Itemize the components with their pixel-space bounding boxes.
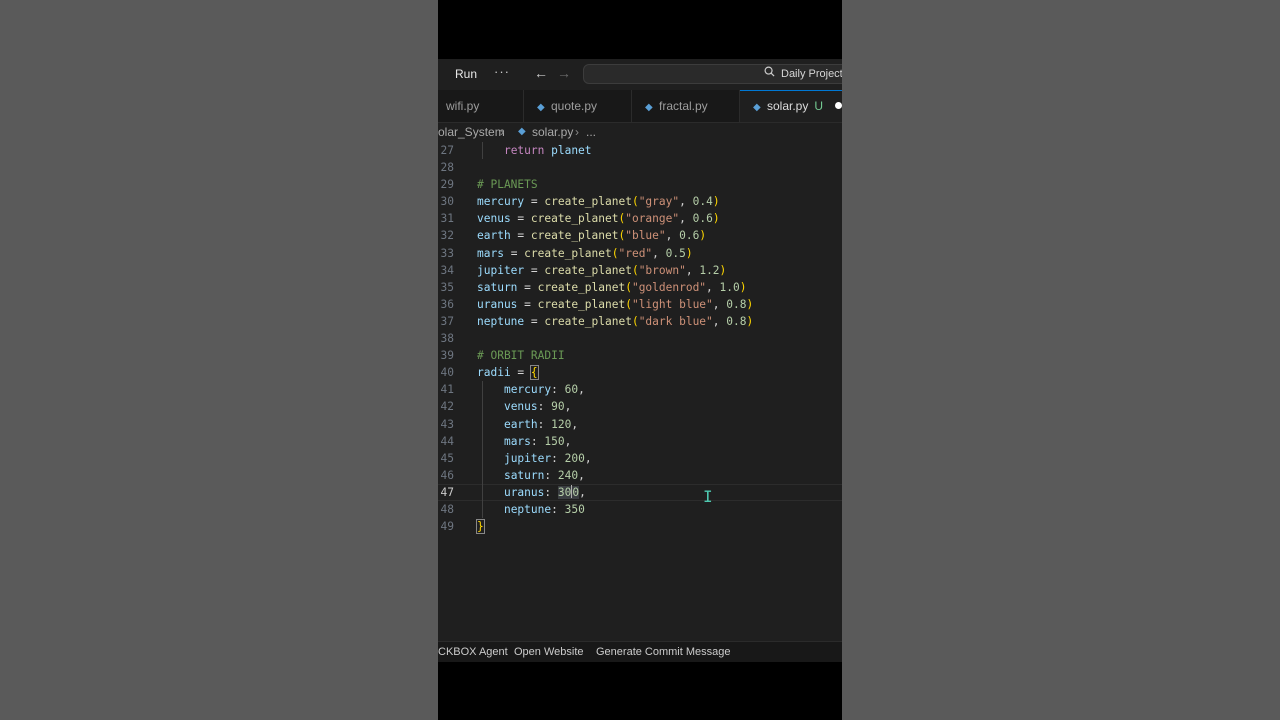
code-line: 45 jupiter: 200,: [438, 449, 842, 467]
title-bar: › Run ··· ← → Daily Project: [438, 59, 842, 89]
chevron-right-icon: ›: [575, 125, 579, 139]
tab-quote[interactable]: ◆ quote.py: [524, 90, 632, 122]
line-number: 49: [440, 520, 454, 534]
code-line: 37 neptune = create_planet("dark blue", 0…: [438, 313, 842, 330]
chevron-right-icon: ›: [500, 125, 504, 139]
comment: # ORBIT RADII: [477, 349, 565, 363]
code-editor-window: › Run ··· ← → Daily Project wifi.py ◆ quo…: [438, 59, 842, 662]
line-number: 38: [440, 332, 454, 346]
code-line: 42 venus: 90,: [438, 398, 842, 416]
code-line: 38: [438, 330, 842, 347]
code-line: 40 radii = {: [438, 364, 842, 381]
code-line: 44 mars: 150,: [438, 432, 842, 450]
line-number: 44: [440, 434, 454, 448]
line-number: 45: [440, 451, 454, 465]
line-number: 31: [440, 212, 454, 226]
code-line: 46 saturn: 240,: [438, 466, 842, 484]
breadcrumb-more[interactable]: ...: [586, 125, 596, 139]
search-icon: [764, 66, 775, 80]
line-number: 35: [440, 280, 454, 294]
mouse-ibeam-icon: I: [703, 487, 713, 506]
tab-solar[interactable]: ◆ solar.py U: [740, 90, 842, 122]
code-line: 29 # PLANETS: [438, 176, 842, 193]
line-number: 27: [440, 144, 454, 157]
python-file-icon: ◆: [753, 102, 761, 113]
run-menu[interactable]: Run: [455, 67, 477, 81]
tab-label: quote.py: [551, 99, 598, 113]
video-background-left: [0, 0, 438, 720]
python-file-icon: ◆: [537, 102, 545, 113]
code-line: 34 jupiter = create_planet("brown", 1.2): [438, 262, 842, 279]
tab-label: fractal.py: [659, 99, 708, 113]
line-number: 48: [440, 502, 454, 516]
python-file-icon: ◆: [518, 126, 526, 137]
tab-fractal[interactable]: ◆ fractal.py: [632, 90, 740, 122]
code-line: 48 neptune: 350: [438, 500, 842, 519]
line-number: 37: [440, 314, 454, 328]
command-center-search[interactable]: Daily Project: [583, 64, 842, 84]
code-line: 49}: [438, 518, 842, 535]
more-icon[interactable]: ···: [494, 64, 510, 79]
line-number: 30: [440, 195, 454, 209]
line-number: 33: [440, 246, 454, 260]
code-line: 31 venus = create_planet("orange", 0.6): [438, 210, 842, 227]
line-number: 40: [440, 366, 454, 380]
search-label: Daily Project: [781, 68, 842, 80]
status-bar: CKBOX Agent Open Website Generate Commit…: [438, 641, 842, 662]
tab-wifi[interactable]: wifi.py: [438, 90, 524, 122]
breadcrumb-file[interactable]: solar.py: [532, 125, 573, 139]
comment: # PLANETS: [477, 178, 538, 192]
code-line: 33 mars = create_planet("red", 0.5): [438, 245, 842, 262]
unsaved-dot-icon[interactable]: [835, 102, 842, 109]
line-number: 43: [440, 417, 454, 431]
status-agent[interactable]: CKBOX Agent: [438, 646, 508, 658]
line-number: 46: [440, 468, 454, 482]
arrow-right-icon[interactable]: →: [557, 65, 571, 81]
line-number: 42: [440, 400, 454, 414]
video-background-right: [842, 0, 1280, 720]
code-line: 36 uranus = create_planet("light blue", 0…: [438, 296, 842, 313]
arrow-left-icon[interactable]: ←: [534, 65, 548, 81]
line-number: 34: [440, 263, 454, 277]
line-number: 32: [440, 229, 454, 243]
tab-label: solar.py: [767, 99, 809, 113]
code-line: 35 saturn = create_planet("goldenrod", 1.…: [438, 279, 842, 296]
breadcrumb: olar_System › ◆ solar.py › ...: [438, 122, 842, 144]
untracked-badge: U: [814, 99, 824, 113]
breadcrumb-folder[interactable]: olar_System: [438, 125, 505, 139]
line-number: 29: [440, 178, 454, 192]
python-file-icon: ◆: [645, 102, 653, 113]
code-area[interactable]: 27 return planet 28 29 # PLANETS 30 mercur…: [438, 142, 842, 535]
code-line: 43 earth: 120,: [438, 415, 842, 433]
video-frame: › Run ··· ← → Daily Project wifi.py ◆ quo…: [438, 0, 842, 720]
tab-label: wifi.py: [446, 99, 480, 113]
line-number: 28: [440, 161, 454, 175]
code-line: 41 mercury: 60,: [438, 381, 842, 399]
line-number: 47: [440, 485, 454, 499]
line-number: 41: [440, 383, 454, 397]
status-generate-commit[interactable]: Generate Commit Message: [596, 646, 731, 658]
code-line: 39 # ORBIT RADII: [438, 347, 842, 364]
line-number: 36: [440, 297, 454, 311]
selection-highlight: 300: [557, 484, 580, 499]
code-line: 32 earth = create_planet("blue", 0.6): [438, 227, 842, 244]
code-line: 27 return planet: [438, 142, 842, 160]
status-open-website[interactable]: Open Website: [514, 646, 584, 658]
code-line-current: 47 uranus: 300,: [438, 483, 842, 501]
editor-tabs: wifi.py ◆ quote.py ◆ fractal.py ◆ solar.py U: [438, 90, 842, 123]
line-number: 39: [440, 349, 454, 363]
code-line: 30 mercury = create_planet("gray", 0.4): [438, 193, 842, 210]
code-line: 28: [438, 159, 842, 176]
